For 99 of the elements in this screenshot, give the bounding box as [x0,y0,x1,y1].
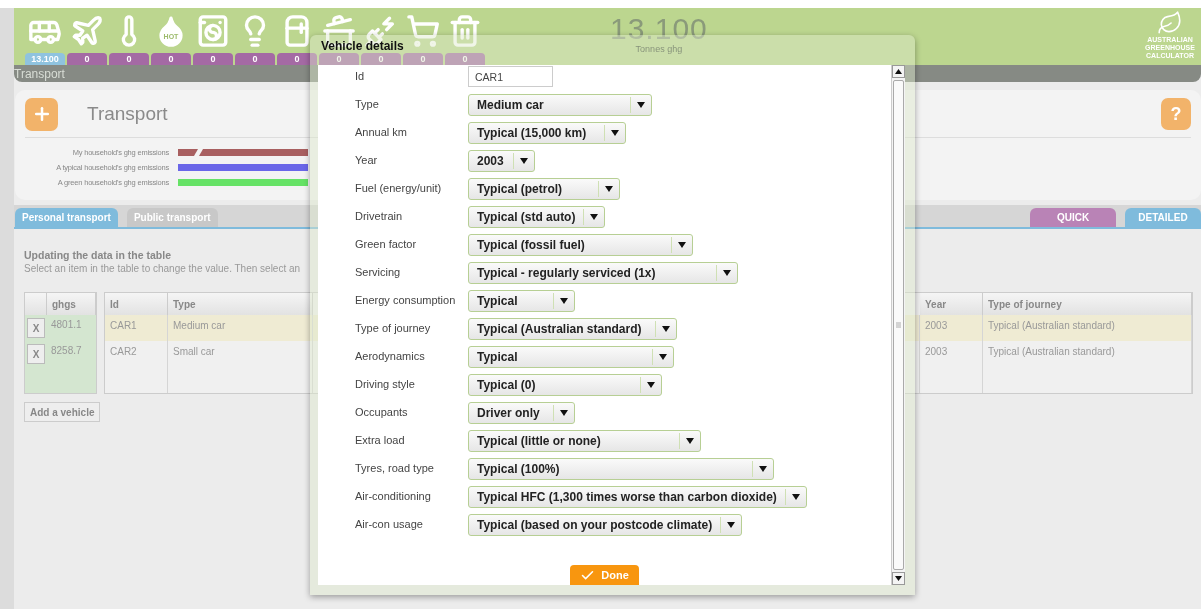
category-badge[interactable]: 0 [193,53,233,65]
plant-logo-icon [1157,10,1183,36]
dropdown[interactable]: Driver only [468,402,575,424]
instructions-text: Select an item in the table to change the value. Then select an [24,263,301,274]
down-arrow-icon[interactable] [895,576,902,581]
dropdown[interactable]: Typical [468,346,674,368]
category-badge[interactable]: 0 [235,53,275,65]
dropdown[interactable]: Typical (based on your postcode climate) [468,514,743,536]
column-header: ghgs [47,293,96,315]
field-label: Air-conditioning [355,489,432,502]
trash-icon[interactable] [448,14,482,48]
caret-icon [520,158,528,164]
view-tab[interactable]: DETAILED [1125,208,1201,227]
caret-icon [686,438,694,444]
caret-icon [647,382,655,388]
add-vehicle-button[interactable]: Add a vehicle [24,402,101,422]
caret-icon [605,186,613,192]
washing-machine-icon[interactable] [196,14,230,48]
caret-icon [560,298,568,304]
category-badge[interactable]: 0 [109,53,149,65]
field-label: Green factor [355,237,418,250]
total-emissions: 13.100 [610,14,708,44]
dropdown[interactable]: Typical [468,290,575,312]
field-label: Drivetrain [355,209,404,222]
total-unit: Tonnes ghg [635,44,683,54]
field-label: Type of journey [355,321,432,334]
up-arrow-icon[interactable] [895,69,902,74]
plane-icon[interactable] [70,14,104,48]
field-label: Extra load [355,433,406,446]
dropdown[interactable]: Typical (fossil fuel) [468,234,693,256]
column-header: Id [105,293,168,315]
caret-icon [727,522,736,528]
dropdown[interactable]: Typical (0) [468,374,662,396]
field-label: Air-con usage [355,517,424,530]
caret-icon [611,130,619,136]
grip-icon [896,322,901,328]
caret-icon [662,326,670,332]
shopping-cart-icon[interactable] [406,14,440,48]
field-label: Energy consumption [355,293,457,306]
ghgs-cell-text: 8258.7 [50,344,83,358]
dropdown[interactable]: Typical - regularly serviced (1x) [468,262,738,284]
field-label: Fuel (energy/unit) [355,181,443,194]
caret-icon [659,354,667,360]
dialog-title: Vehicle details [320,40,404,52]
section-tab[interactable]: Personal transport [15,208,118,227]
dropdown[interactable]: Typical HFC (1,300 times worse than carbon dioxide) [468,486,807,508]
field-label: Aerodynamics [355,349,426,362]
dropdown[interactable]: Typical (100%) [468,458,774,480]
delete-button[interactable]: X [27,318,45,338]
field-label: Annual km [355,125,408,138]
field-label: Driving style [355,377,416,390]
view-tab[interactable]: QUICK [1030,208,1116,227]
instructions-title: Updating the data in the table [24,249,172,261]
table-cell[interactable]: Typical (Australian standard) [983,341,1192,367]
category-badge[interactable]: 0 [319,53,359,65]
column-header: Year [920,293,983,315]
text-field[interactable]: CAR1 [468,66,553,87]
ghgs-cell-text: 4801.1 [50,318,83,332]
field-label: Occupants [355,405,409,418]
category-badge[interactable]: 0 [151,53,191,65]
caret-icon [678,242,686,248]
section-title: Transport [14,66,65,81]
caret-icon [637,102,645,108]
table-cell[interactable]: 2003 [920,341,983,367]
table-cell[interactable]: CAR1 [105,315,168,341]
dropdown[interactable]: Typical (petrol) [468,178,620,200]
card-title: Transport [87,103,168,125]
caret-icon [759,466,767,472]
delete-button[interactable]: X [27,344,45,364]
dropdown[interactable]: 2003 [468,150,535,172]
dropdown[interactable]: Medium car [468,94,652,116]
field-label: Id [355,69,366,82]
field-label: Type [355,97,380,110]
category-badge[interactable]: 0 [445,53,485,65]
scrollbar[interactable] [891,65,905,585]
done-button[interactable]: Done [570,565,639,585]
caret-icon [791,494,800,500]
table-cell[interactable]: Small car [168,341,313,367]
dropdown[interactable]: Typical (std auto) [468,206,606,228]
column-header: Type [168,293,313,315]
dropdown[interactable]: Typical (15,000 km) [468,122,626,144]
dropdown[interactable]: Typical (Australian standard) [468,318,677,340]
field-label: Year [355,153,379,166]
caret-icon [590,214,599,220]
category-badge[interactable]: 0 [361,53,401,65]
category-badge[interactable]: 0 [67,53,107,65]
table-cell[interactable]: Medium car [168,315,313,341]
category-badge[interactable]: 0 [403,53,443,65]
table-cell[interactable]: 2003 [920,315,983,341]
add-button[interactable] [25,97,58,131]
caret-icon [560,410,568,416]
category-badge[interactable]: 0 [277,53,317,65]
table-cell[interactable]: Typical (Australian standard) [983,315,1192,341]
field-label: Servicing [355,265,402,278]
table-cell[interactable]: CAR2 [105,341,168,367]
field-label: Tyres, road type [355,461,435,474]
column-header: Type of journey [983,293,1192,315]
caret-icon [723,270,731,276]
dropdown[interactable]: Typical (little or none) [468,430,701,452]
